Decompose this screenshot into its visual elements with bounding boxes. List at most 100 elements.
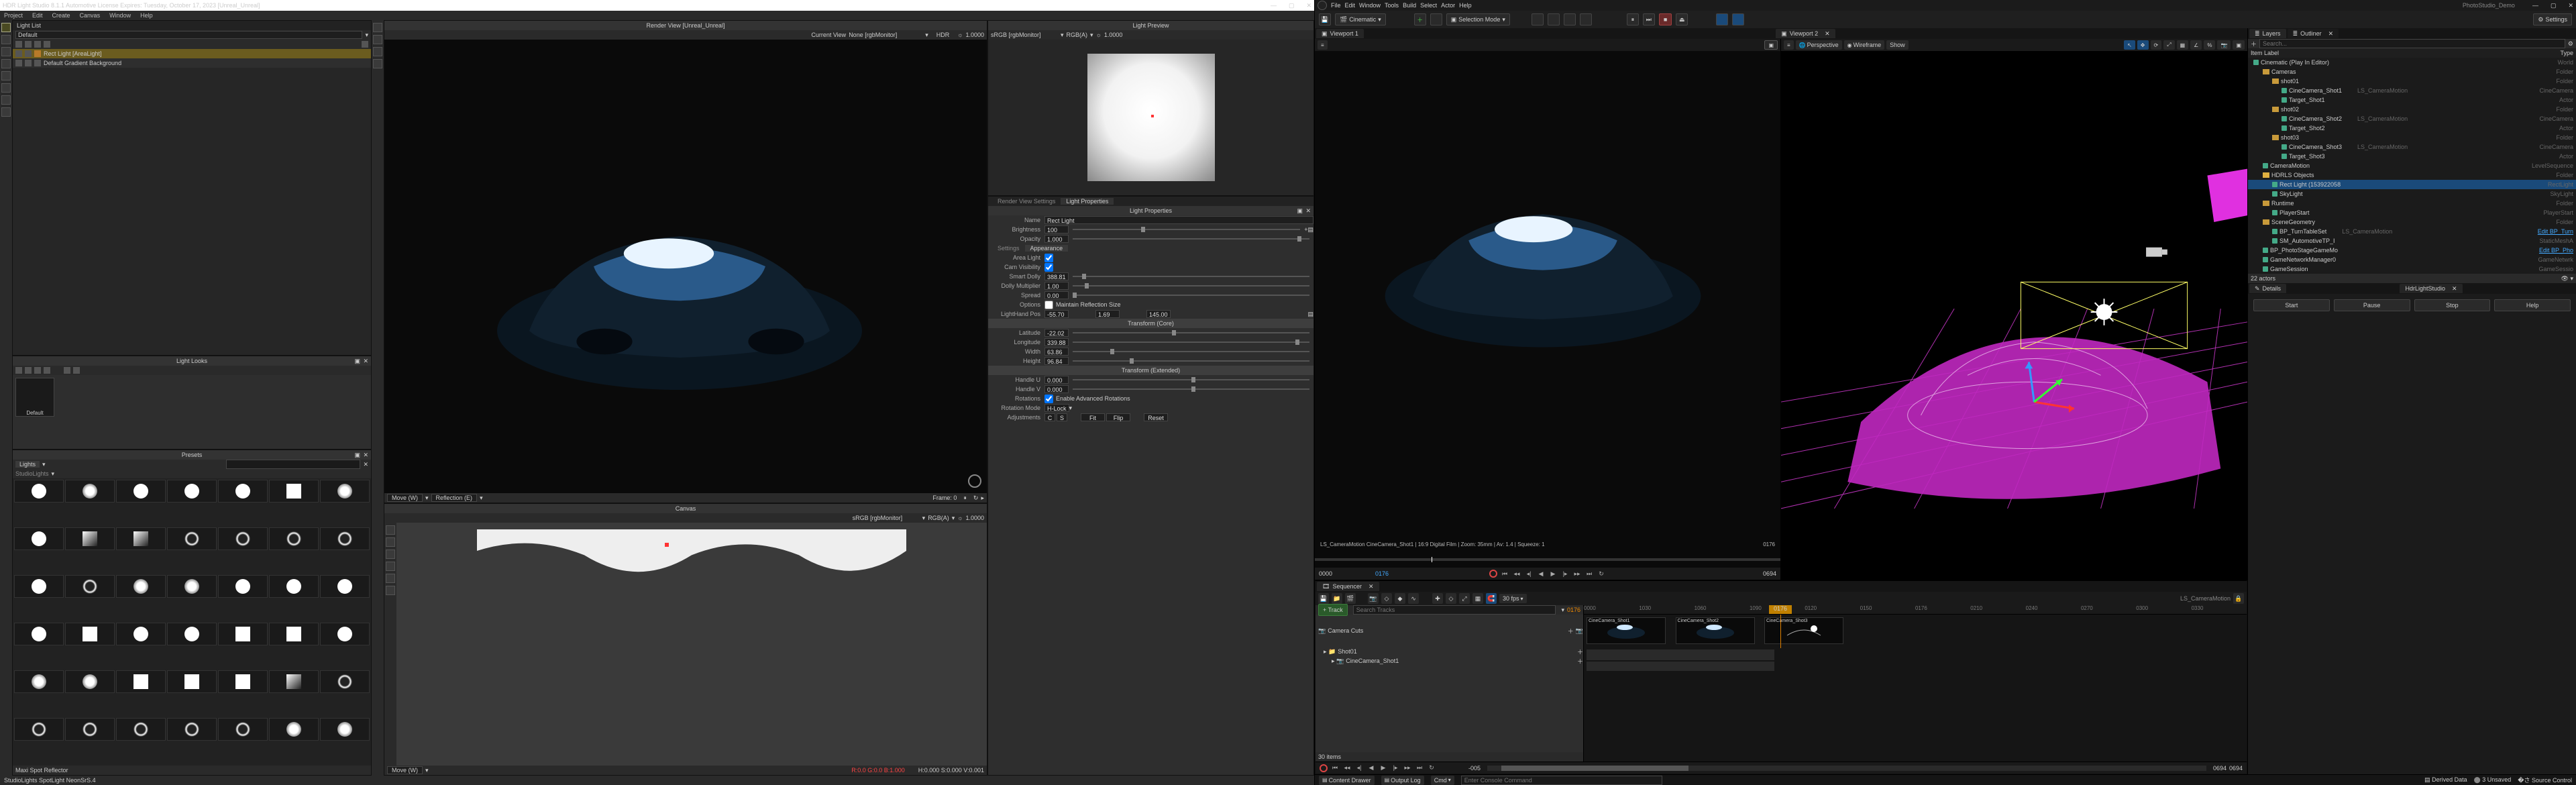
chevron-down-icon[interactable]: ▾ <box>1069 405 1073 412</box>
prev-frame-icon[interactable]: ◂| <box>1524 569 1534 578</box>
to-end-icon[interactable]: ⏭ <box>1415 764 1424 773</box>
lat-field[interactable]: -22.02 <box>1044 329 1069 337</box>
track-cam-shot[interactable]: ▸ 📷CineCamera_Shot1 ＋ <box>1316 656 1583 666</box>
next-frame-icon[interactable]: |▸ <box>1391 764 1400 773</box>
lon-slider[interactable] <box>1073 342 1309 343</box>
tool-rotate[interactable] <box>1 47 11 56</box>
rv-tool-4[interactable] <box>373 59 382 68</box>
preset-swatch[interactable] <box>116 527 166 550</box>
smart-dolly-field[interactable]: 388.81 <box>1044 272 1069 280</box>
outliner-row[interactable]: SkyLightSkyLight <box>2248 189 2576 199</box>
hu-field[interactable]: 0.000 <box>1044 376 1069 384</box>
outliner-row[interactable]: GameSessionGameSessio <box>2248 264 2576 274</box>
preset-swatch[interactable] <box>14 480 64 503</box>
shot-bar[interactable] <box>1587 649 1774 660</box>
close-icon[interactable]: ✕ <box>2452 285 2457 293</box>
close-icon[interactable]: ✕ <box>1825 30 1830 38</box>
seq-save-icon[interactable]: 💾 <box>1318 593 1329 604</box>
outliner-col-type[interactable]: Type <box>2560 50 2573 56</box>
visibility-icon[interactable] <box>15 50 22 57</box>
viewport2-tab[interactable]: ▣Viewport 2✕ <box>1776 29 1835 38</box>
seq-search[interactable] <box>1353 605 1556 615</box>
minimize-icon[interactable]: — <box>2532 2 2538 9</box>
loop-icon[interactable]: ↻ <box>1597 569 1606 578</box>
vp2-menu-icon[interactable]: ≡ <box>1784 40 1794 50</box>
cam-bar[interactable] <box>1587 662 1774 671</box>
preset-swatch[interactable] <box>269 575 319 598</box>
step-back-icon[interactable]: ◂◂ <box>1342 764 1352 773</box>
tool-paint[interactable] <box>1 95 11 105</box>
chevron-down-icon[interactable]: ▾ <box>365 32 368 39</box>
hls-help-button[interactable]: Help <box>2494 299 2571 311</box>
outliner-row[interactable]: CineCamera_Shot3LS_CameraMotionCineCamer… <box>2248 142 2576 152</box>
preset-swatch[interactable] <box>14 623 64 645</box>
seq-render-icon[interactable]: 🎬 <box>1345 593 1356 604</box>
outliner-row[interactable]: CineCamera_Shot1LS_CameraMotionCineCamer… <box>2248 86 2576 95</box>
current-view-dropdown[interactable]: None [rgbMonitor] <box>849 32 922 38</box>
cmd-label[interactable]: Cmd ▾ <box>1431 776 1454 785</box>
gizmo-rotate-icon[interactable]: ⟳ <box>2151 40 2162 50</box>
vp2-maximize-icon[interactable]: ▣ <box>2233 40 2245 50</box>
preset-swatch[interactable] <box>116 623 166 645</box>
tb-bp-icon[interactable] <box>1548 13 1560 25</box>
adj-flip[interactable]: Flip <box>1106 413 1130 421</box>
preset-swatch[interactable] <box>116 480 166 503</box>
menu-project[interactable]: Project <box>4 12 23 19</box>
seq-browse-icon[interactable]: 📁 <box>1332 593 1342 604</box>
tb-cine-icon[interactable] <box>1580 13 1592 25</box>
menu-create[interactable]: Create <box>52 12 70 19</box>
transform-core-header[interactable]: Transform (Core) <box>988 319 1313 328</box>
look-add-icon[interactable] <box>15 367 22 374</box>
chevron-down-icon[interactable]: ▾ <box>1061 32 1064 39</box>
cam-lock-icon[interactable]: 📷 <box>1576 627 1583 635</box>
lock-icon[interactable]: ▤ <box>1307 311 1313 318</box>
canvas-tool-5[interactable] <box>386 574 395 583</box>
dolly-mult-field[interactable]: 1.00 <box>1044 282 1069 290</box>
viewport1-tab[interactable]: ▣Viewport 1 <box>1316 29 1364 38</box>
chevron-down-icon[interactable]: ▾ <box>52 470 55 478</box>
rv-play-icon[interactable]: ▸ <box>981 494 984 502</box>
tab-appearance[interactable]: Appearance <box>1025 245 1069 252</box>
preset-swatch[interactable] <box>14 527 64 550</box>
canvas-cs[interactable]: sRGB [rgbMonitor] <box>853 515 920 521</box>
eject-icon[interactable]: ⏏ <box>1676 13 1688 25</box>
canvas-tool-1[interactable] <box>386 525 395 535</box>
shot-thumb-2[interactable]: CineCamera_Shot2 <box>1676 617 1755 644</box>
canvas-tool-3[interactable] <box>386 550 395 559</box>
hls-stop-button[interactable]: Stop <box>2414 299 2491 311</box>
clear-icon[interactable]: ✕ <box>363 461 368 468</box>
mode-dropdown[interactable]: 🎬Cinematic▾ <box>1335 13 1386 25</box>
close-icon[interactable]: ✕ <box>1306 2 1311 9</box>
filter-icon[interactable]: ▾ <box>1561 607 1564 614</box>
lp-exposure[interactable]: 1.0000 <box>1104 32 1123 38</box>
outliner-row[interactable]: SM_AutomotiveTP_IStaticMeshA <box>2248 236 2576 246</box>
lhpos-y[interactable]: 1.69 <box>1095 310 1120 318</box>
cmd-input[interactable] <box>1461 776 1662 785</box>
outliner-item-type[interactable]: Edit BP_Pho <box>2539 247 2576 254</box>
chevron-down-icon[interactable]: ▾ <box>425 494 429 502</box>
preset-swatch[interactable] <box>65 575 115 598</box>
preset-swatch[interactable] <box>14 670 64 693</box>
preset-swatch[interactable] <box>320 575 370 598</box>
outliner-row[interactable]: PlayerStartPlayerStart <box>2248 208 2576 217</box>
output-log-button[interactable]: ▤ Output Log <box>1381 776 1424 785</box>
tb-actor-icon[interactable] <box>1532 13 1544 25</box>
preset-swatch[interactable] <box>116 670 166 693</box>
presets-tab-studio[interactable]: StudioLights <box>15 470 49 477</box>
preset-swatch[interactable] <box>116 718 166 741</box>
seq-curve-icon[interactable]: ∿ <box>1408 593 1419 604</box>
lat-slider[interactable] <box>1073 332 1309 333</box>
seq-lock-icon[interactable]: 🔒 <box>2233 593 2244 604</box>
outliner-row[interactable]: CameraMotionLevelSequence <box>2248 161 2576 170</box>
exposure-icon[interactable]: ☼ <box>1096 32 1102 38</box>
preset-swatch[interactable] <box>269 623 319 645</box>
detach-icon[interactable]: ▣ <box>354 452 360 459</box>
preset-swatch[interactable] <box>167 527 217 550</box>
look-load-icon[interactable] <box>73 367 80 374</box>
loop-icon[interactable]: ↻ <box>1427 764 1436 773</box>
track-shot[interactable]: ▸ 📁Shot01 ＋ <box>1316 647 1583 656</box>
next-frame-icon[interactable]: |▸ <box>1560 569 1570 578</box>
outliner-row[interactable]: BP_PhotoStageGameMoEdit BP_Pho <box>2248 246 2576 255</box>
seq-range-slider[interactable] <box>1487 766 2206 771</box>
visibility-icon[interactable] <box>15 60 22 66</box>
